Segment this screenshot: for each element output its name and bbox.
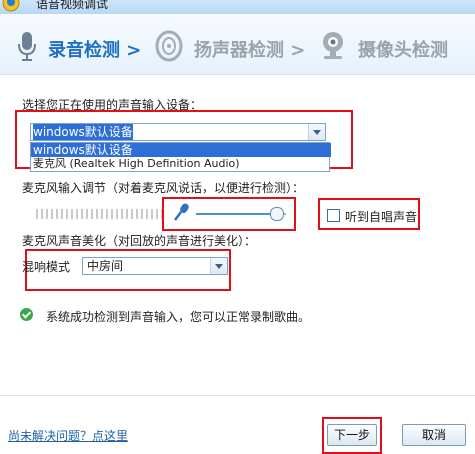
- step-camera[interactable]: 摄像头检测: [358, 36, 448, 62]
- beautify-label: 麦克风声音美化（对回放的声音进行美化）：: [22, 234, 257, 248]
- input-level-meter: [36, 209, 162, 219]
- chevron-down-icon[interactable]: [308, 124, 325, 140]
- input-device-dropdown: windows默认设备 麦克风 (Realtek High Definition…: [30, 142, 331, 172]
- step-separator: >: [290, 40, 306, 61]
- step-separator: >: [126, 40, 142, 61]
- input-device-select[interactable]: windows默认设备: [30, 123, 326, 141]
- microphone-icon: [18, 32, 36, 61]
- mic-adjust-label: 麦克风输入调节（对着麦克风说话，以便进行检测）：: [22, 181, 305, 195]
- cancel-button[interactable]: 取消: [402, 424, 466, 446]
- footer-divider: [0, 395, 475, 396]
- step-camera-label: 摄像头检测: [358, 40, 448, 61]
- reverb-selected: 中房间: [87, 259, 124, 273]
- step-record-label: 录音检测: [48, 40, 120, 61]
- status-message: 系统成功检测到声音输入，您可以正常录制歌曲。: [46, 310, 311, 324]
- window-title: 语音视频调试: [36, 0, 109, 11]
- chevron-down-icon[interactable]: [210, 258, 227, 274]
- microphone-volume-icon: [174, 203, 189, 221]
- title-bar: 语音视频调试: [0, 0, 475, 14]
- monitor-checkbox[interactable]: [327, 209, 340, 222]
- success-check-icon: [20, 308, 33, 321]
- volume-slider-fill: [196, 213, 277, 215]
- help-link[interactable]: 尚未解决问题？点这里: [8, 427, 128, 444]
- dropdown-option[interactable]: windows默认设备: [31, 143, 331, 157]
- app-logo-icon: [2, 0, 20, 12]
- input-device-selected: windows默认设备: [33, 124, 133, 140]
- step-speaker-label: 扬声器检测: [194, 40, 284, 61]
- dropdown-option[interactable]: 麦克风 (Realtek High Definition Audio): [33, 157, 327, 171]
- volume-slider-handle[interactable]: [270, 207, 284, 221]
- webcam-icon: [323, 32, 343, 59]
- speaker-icon: [155, 30, 183, 62]
- monitor-label: 听到自唱声音: [345, 210, 418, 224]
- reverb-label: 混响模式: [22, 260, 71, 274]
- reverb-select[interactable]: 中房间: [82, 257, 228, 275]
- next-button[interactable]: 下一步: [327, 424, 377, 446]
- step-speaker[interactable]: 扬声器检测 >: [194, 36, 305, 62]
- step-record[interactable]: 录音检测 >: [48, 36, 141, 62]
